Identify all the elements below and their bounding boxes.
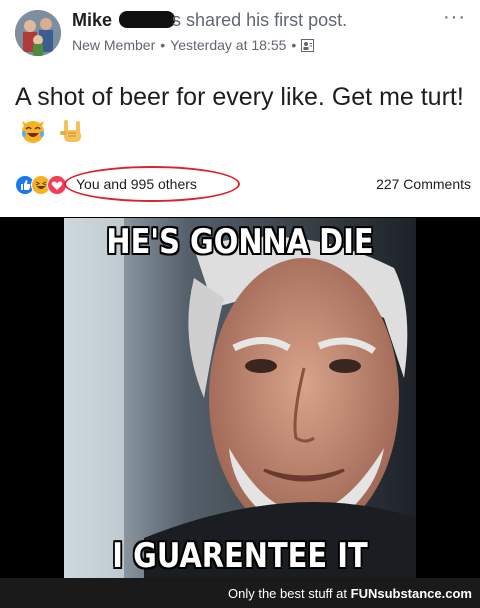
avatar[interactable] [15, 10, 61, 56]
author-name[interactable]: Mike [72, 10, 112, 30]
facebook-post: Mike s shared his first post. ··· New Me… [0, 0, 480, 217]
footer-text: Only the best stuff at FUNsubstance.com [228, 586, 472, 601]
post-body: A shot of beer for every like. Get me tu… [15, 80, 475, 154]
footer-tagline: Only the best stuff at [228, 586, 347, 601]
watermark-footer: Only the best stuff at FUNsubstance.com [0, 578, 480, 608]
post-header: Mike s shared his first post. [72, 10, 347, 31]
meme-portrait [64, 218, 416, 578]
post-meta: New Member • Yesterday at 18:55 • [72, 37, 315, 55]
post-text: A shot of beer for every like. Get me tu… [15, 83, 464, 111]
group-privacy-icon [301, 39, 315, 55]
separator-dot: • [291, 37, 297, 53]
meme-image: HE'S GONNA DIE I GUARENTEE IT [64, 218, 416, 578]
meme-top-caption: HE'S GONNA DIE [106, 222, 374, 262]
comment-count[interactable]: 227 Comments [376, 176, 471, 192]
more-options-button[interactable]: ··· [443, 6, 466, 29]
highlight-circle [64, 166, 240, 202]
member-badge: New Member [72, 37, 156, 53]
avatar-photo [15, 10, 61, 56]
meme-bottom-caption: I GUARENTEE IT [112, 536, 368, 576]
separator-dot: • [160, 37, 166, 53]
rock-on-hand-emoji-icon [58, 117, 86, 154]
timestamp[interactable]: Yesterday at 18:55 [170, 37, 286, 53]
footer-brand[interactable]: FUNsubstance.com [351, 586, 472, 601]
redaction-mark [119, 11, 176, 28]
post-action-text: s shared his first post. [172, 10, 348, 30]
laughing-cat-emoji-icon [19, 117, 47, 154]
